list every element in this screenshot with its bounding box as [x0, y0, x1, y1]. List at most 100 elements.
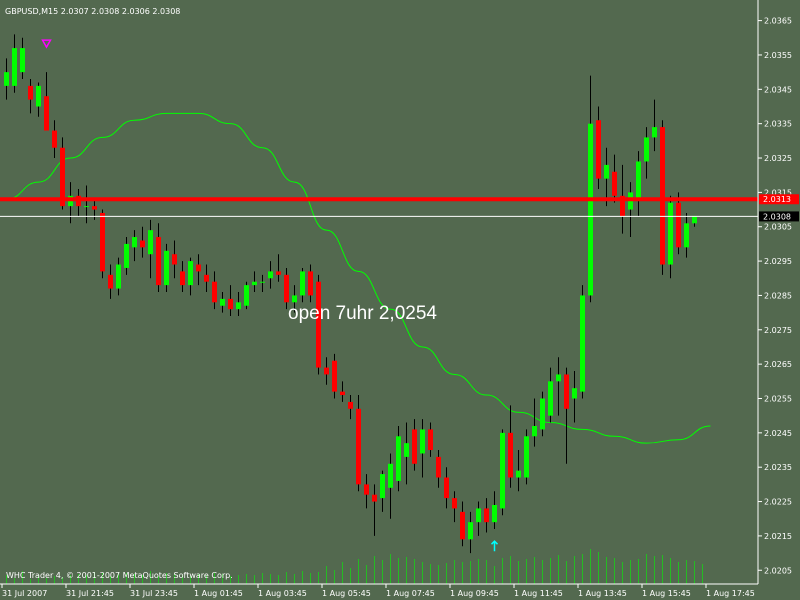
x-tick-label: 1 Aug 09:45: [450, 589, 499, 598]
candle-body: [292, 295, 297, 303]
x-tick-label: 31 Jul 21:45: [66, 589, 114, 598]
candle-body: [20, 48, 25, 73]
x-tick-label: 1 Aug 05:45: [322, 589, 371, 598]
candle-body: [444, 477, 449, 499]
candle-body: [612, 171, 617, 196]
bull-candle: [580, 285, 585, 399]
x-tick-label: 1 Aug 17:45: [706, 589, 755, 598]
y-tick-label: 2.0215: [764, 532, 792, 541]
plot-area: [0, 0, 758, 584]
candle-body: [132, 237, 137, 248]
candle-body: [692, 216, 697, 224]
candle-body: [452, 498, 457, 509]
candle-body: [220, 298, 225, 306]
candle-body: [604, 164, 609, 179]
bear-candle: [100, 209, 105, 279]
candle-body: [260, 281, 265, 283]
y-tick-label: 2.0345: [764, 85, 792, 94]
y-ticks: 2.03652.03552.03452.03352.03252.03152.03…: [758, 17, 799, 575]
bull-candle: [244, 281, 249, 310]
candle-body: [188, 261, 193, 286]
candle-body: [668, 202, 673, 265]
candle-body: [276, 271, 281, 275]
candle-body: [36, 85, 41, 107]
candle-body: [436, 456, 441, 478]
candle-body: [228, 298, 233, 310]
candle-body: [588, 123, 593, 296]
y-tick-label: 2.0325: [764, 154, 792, 163]
resistance-price-tag: 2.0313: [759, 194, 799, 205]
candle-body: [108, 274, 113, 289]
candle-body: [340, 391, 345, 396]
candle-body: [148, 230, 153, 255]
candle-body: [316, 281, 321, 368]
svg-text:2.0308: 2.0308: [763, 212, 791, 221]
candle-body: [116, 264, 121, 289]
candle-body: [540, 398, 545, 430]
annotation-text: open 7uhr 2,0254: [288, 303, 437, 324]
candle-body: [548, 381, 553, 416]
candle-body: [332, 360, 337, 392]
candle-body: [180, 271, 185, 286]
y-tick-label: 2.0295: [764, 257, 792, 266]
candle-body: [356, 408, 361, 485]
candle-body: [644, 137, 649, 162]
candle-body: [580, 295, 585, 392]
candle-body: [596, 120, 601, 179]
copyright-notice: WHC Trader 4, © 2001-2007 MetaQuotes Sof…: [6, 571, 233, 580]
y-tick-label: 2.0265: [764, 360, 792, 369]
candle-body: [500, 432, 505, 509]
candle-body: [204, 274, 209, 282]
candle-body: [100, 212, 105, 272]
candle-body: [388, 463, 393, 488]
candle-body: [524, 436, 529, 478]
candle-body: [84, 206, 89, 208]
candle-body: [124, 243, 129, 268]
candle-body: [508, 432, 513, 478]
candle-body: [324, 367, 329, 375]
candle-body: [348, 401, 353, 409]
x-tick-label: 1 Aug 15:45: [642, 589, 691, 598]
candle-body: [492, 504, 497, 523]
candle-body: [268, 271, 273, 279]
candle-body: [4, 72, 9, 86]
candle-body: [236, 302, 241, 310]
y-tick-label: 2.0255: [764, 394, 792, 403]
candle-body: [156, 237, 161, 286]
y-tick-label: 2.0225: [764, 498, 792, 507]
bear-candle: [316, 274, 321, 375]
candle-body: [684, 223, 689, 248]
svg-text:2.0313: 2.0313: [763, 195, 791, 204]
candle-body: [52, 130, 57, 148]
candle-body: [484, 508, 489, 523]
y-tick-label: 2.0235: [764, 463, 792, 472]
candle-body: [372, 494, 377, 502]
candle-body: [396, 436, 401, 481]
x-tick-label: 1 Aug 03:45: [258, 589, 307, 598]
candle-body: [468, 522, 473, 540]
candle-body: [252, 281, 257, 286]
candle-body: [172, 254, 177, 265]
candle-body: [676, 202, 681, 248]
y-tick-label: 2.0305: [764, 223, 792, 232]
x-tick-label: 31 Jul 2007: [2, 589, 47, 598]
bear-candle: [356, 395, 361, 492]
y-tick-label: 2.0245: [764, 429, 792, 438]
x-ticks: 31 Jul 2007 31 Jul 21:45 31 Jul 23:45 1 Aug…: [1, 584, 755, 598]
candle-body: [532, 425, 537, 437]
candle-body: [412, 429, 417, 464]
candle-body: [44, 96, 49, 131]
x-tick-label: 1 Aug 01:45: [194, 589, 243, 598]
x-tick-label: 1 Aug 11:45: [514, 589, 563, 598]
y-tick-label: 2.0205: [764, 566, 792, 575]
candle-body: [636, 161, 641, 200]
candle-body: [244, 285, 249, 306]
candlestick-chart: 2.03652.03552.03452.03352.03252.03152.03…: [0, 0, 799, 598]
candle-body: [660, 127, 665, 265]
candle-body: [572, 388, 577, 399]
candle-body: [556, 374, 561, 382]
x-tick-label: 31 Jul 23:45: [130, 589, 178, 598]
symbol-header: GBPUSD,M15 2.0307 2.0308 2.0306 2.0308: [5, 7, 180, 16]
bull-candle: [164, 243, 169, 292]
candle-body: [92, 206, 97, 210]
